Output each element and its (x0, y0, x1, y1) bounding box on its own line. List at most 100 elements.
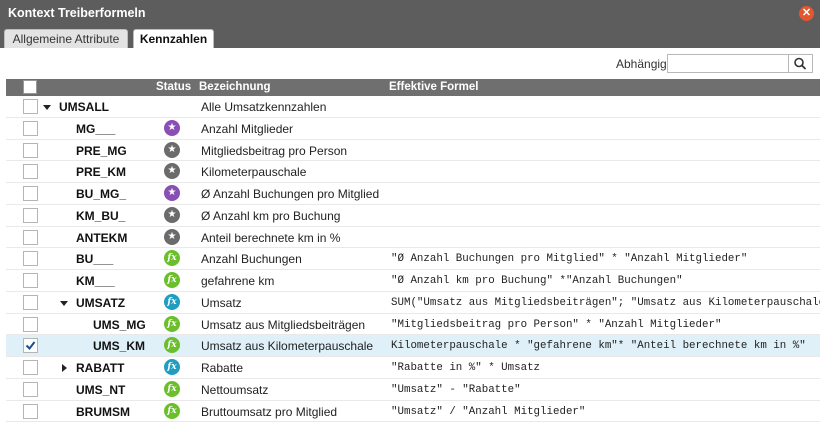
row-formula: "Ø Anzahl Buchungen pro Mitglied" * "Anz… (391, 253, 748, 266)
toolbar: Abhängig (0, 48, 820, 78)
input-status-icon: ★ (164, 206, 180, 223)
row-description: Umsatz aus Mitgliedsbeiträgen (201, 317, 366, 332)
row-code: RABATT (76, 361, 125, 375)
grid-body: UMSALL Alle Umsatzkennzahlen MG___ ★ Anzahl … (6, 96, 820, 423)
formula-status-icon: fx (164, 293, 180, 310)
formula-status-icon: fx (164, 337, 180, 354)
row-checkbox[interactable] (23, 186, 38, 201)
search-label: Abhängig (616, 57, 667, 71)
row-formula: "Umsatz" - "Rabatte" (391, 383, 521, 396)
tab-bar: Allgemeine Attribute Kennzahlen (0, 27, 820, 48)
row-code: BU___ (76, 252, 114, 267)
row-checkbox[interactable] (23, 142, 38, 158)
row-checkbox[interactable] (23, 229, 38, 245)
row-code: PRE_MG (76, 143, 127, 158)
table-row-pre-mg[interactable]: PRE_MG ★ Mitgliedsbeitrag pro Person (6, 140, 820, 162)
row-description: Nettoumsatz (201, 382, 269, 397)
column-header-status[interactable]: Status (156, 81, 191, 93)
row-code: UMSATZ (76, 295, 126, 310)
row-description: Alle Umsatzkennzahlen (201, 100, 327, 114)
checkmark-icon (25, 341, 36, 351)
row-code: KM_BU_ (76, 208, 126, 223)
close-icon[interactable]: ✕ (799, 6, 814, 21)
row-code: UMS_MG (93, 317, 146, 332)
column-header-formula[interactable]: Effektive Formel (389, 81, 478, 93)
table-row-umsall[interactable]: UMSALL Alle Umsatzkennzahlen (6, 96, 820, 118)
table-row-km[interactable]: KM___ fx gefahrene km "Ø Anzahl km pro Buch… (6, 270, 820, 292)
table-row-bu-mg[interactable]: BU_MG_ ★ Ø Anzahl Buchungen pro Mitglied (6, 183, 820, 205)
input-status-icon: ★ (164, 163, 180, 180)
table-row-ums-nt[interactable]: UMS_NT fx Nettoumsatz "Umsatz" - "Rabatte" (6, 379, 820, 401)
tab-key-figures[interactable]: Kennzahlen (133, 29, 214, 48)
row-checkbox[interactable] (23, 294, 38, 310)
table-row-km-bu[interactable]: KM_BU_ ★ Ø Anzahl km pro Buchung (6, 205, 820, 227)
row-code: UMSALL (59, 100, 109, 114)
collapse-arrow-icon[interactable] (59, 297, 69, 311)
table-row-rabatt[interactable]: RABATT fx Rabatte "Rabatte in %" * Umsatz (6, 357, 820, 379)
row-code: KM___ (76, 274, 115, 288)
expand-arrow-icon[interactable] (59, 362, 69, 376)
dialog-titlebar: Kontext Treiberformeln ✕ (0, 0, 820, 27)
row-description: Umsatz aus Kilometerpauschale (201, 339, 374, 354)
row-formula: "Ø Anzahl km pro Buchung" *"Anzahl Buchu… (391, 275, 683, 287)
row-description: Anzahl Buchungen (201, 252, 302, 267)
row-formula: Kilometerpauschale * "gefahrene km"* "An… (391, 340, 806, 353)
search-input[interactable] (667, 54, 789, 73)
formula-status-icon: fx (164, 272, 180, 288)
table-row-brumsm[interactable]: BRUMSM fx Bruttoumsatz pro Mitglied "Umsatz… (6, 401, 820, 423)
row-checkbox[interactable] (23, 381, 38, 397)
formula-status-icon: fx (164, 402, 180, 419)
formula-status-icon: fx (164, 315, 180, 332)
row-checkbox[interactable] (23, 99, 38, 114)
row-code: UMS_KM (93, 339, 146, 354)
row-formula: SUM("Umsatz aus Mitgliedsbeiträgen"; "Um… (391, 296, 820, 309)
table-row-ums-mg[interactable]: UMS_MG fx Umsatz aus Mitgliedsbeiträgen "Mi… (6, 314, 820, 336)
row-checkbox[interactable] (23, 207, 38, 223)
row-checkbox[interactable] (23, 338, 38, 354)
dialog-title: Kontext Treiberformeln (8, 6, 146, 20)
grid-header: Status Bezeichnung Effektive Formel (6, 79, 820, 96)
table-row-mg[interactable]: MG___ ★ Anzahl Mitglieder (6, 118, 820, 140)
row-checkbox[interactable] (23, 360, 38, 375)
row-description: gefahrene km (201, 274, 275, 288)
table-row-antekm[interactable]: ANTEKM ★ Anteil berechnete km in % (6, 227, 820, 249)
row-description: Anzahl Mitglieder (201, 121, 294, 136)
input-status-icon: ★ (164, 119, 180, 136)
row-code: BRUMSM (76, 404, 130, 419)
row-formula: "Rabatte in %" * Umsatz (391, 362, 541, 374)
key-figures-grid: Status Bezeichnung Effektive Formel UMSA… (6, 79, 820, 425)
row-formula: "Umsatz" / "Anzahl Mitglieder" (391, 405, 586, 418)
input-status-icon: ★ (164, 185, 180, 201)
table-row-umsatz[interactable]: UMSATZ fx Umsatz SUM("Umsatz aus Mitgliedsb… (6, 292, 820, 314)
select-all-checkbox[interactable] (23, 80, 37, 94)
row-checkbox[interactable] (23, 273, 38, 288)
row-description: Anteil berechnete km in % (201, 230, 341, 245)
row-description: Rabatte (201, 361, 244, 375)
input-status-icon: ★ (164, 141, 180, 158)
row-code: MG___ (76, 121, 116, 136)
search-button[interactable] (789, 54, 813, 73)
table-row-pre-km[interactable]: PRE_KM ★ Kilometerpauschale (6, 161, 820, 183)
table-row-bu[interactable]: BU___ fx Anzahl Buchungen "Ø Anzahl Buchung… (6, 248, 820, 270)
row-code: PRE_KM (76, 165, 127, 180)
row-checkbox[interactable] (23, 120, 38, 136)
row-code: UMS_NT (76, 382, 126, 397)
formula-status-icon: fx (164, 359, 180, 375)
formula-status-icon: fx (164, 380, 180, 397)
table-row-ums-km[interactable]: UMS_KM fx Umsatz aus Kilometerpauschale Kil… (6, 335, 820, 357)
search-icon (794, 57, 806, 70)
tab-general-attributes[interactable]: Allgemeine Attribute (4, 29, 128, 48)
context-driver-formulas-dialog: Kontext Treiberformeln ✕ Allgemeine Attr… (0, 0, 820, 425)
row-description: Bruttoumsatz pro Mitglied (201, 404, 338, 419)
column-header-description[interactable]: Bezeichnung (199, 81, 271, 93)
row-checkbox[interactable] (23, 251, 38, 267)
row-formula: "Mitgliedsbeitrag pro Person" * "Anzahl … (391, 318, 722, 331)
row-description: Kilometerpauschale (201, 165, 307, 180)
row-description: Mitgliedsbeitrag pro Person (201, 143, 348, 158)
row-code: BU_MG_ (76, 187, 127, 201)
row-checkbox[interactable] (23, 164, 38, 180)
row-checkbox[interactable] (23, 316, 38, 332)
row-description: Ø Anzahl km pro Buchung (201, 208, 341, 223)
collapse-arrow-icon[interactable] (42, 101, 52, 115)
row-checkbox[interactable] (23, 403, 38, 419)
